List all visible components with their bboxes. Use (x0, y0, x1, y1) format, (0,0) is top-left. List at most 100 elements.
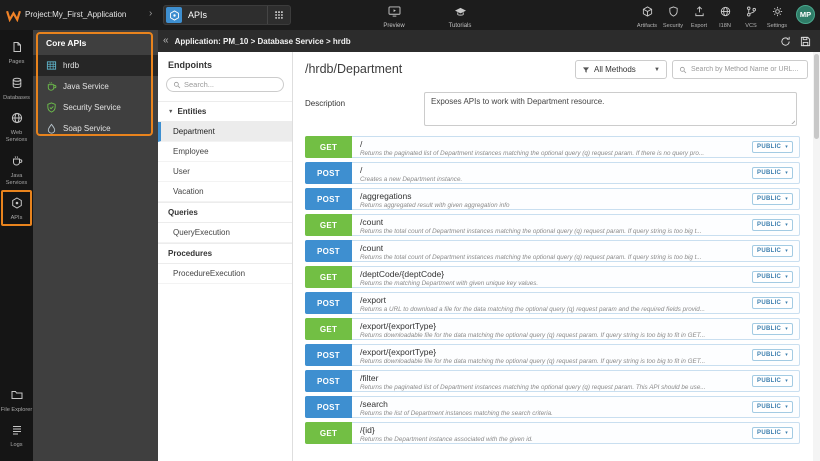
save-icon[interactable] (800, 36, 811, 47)
i18n-icon (720, 6, 731, 17)
access-dropdown[interactable]: PUBLIC ▾ (752, 245, 793, 257)
access-dropdown[interactable]: PUBLIC ▾ (752, 427, 793, 439)
api-path: /deptCode/{deptCode} (360, 269, 445, 279)
nav-file-explorer[interactable]: File Explorer (0, 382, 33, 418)
tree-item-employee[interactable]: Employee (158, 142, 292, 162)
tool-export[interactable]: Export (686, 4, 712, 29)
tool-artifacts[interactable]: Artifacts (634, 4, 660, 29)
collapse-panel-icon[interactable]: « (158, 35, 175, 47)
api-description: Returns the paginated list of Department… (360, 149, 705, 157)
endpoints-search[interactable] (166, 77, 284, 92)
api-row[interactable]: GET/export/{exportType} Returns downloada… (305, 318, 800, 340)
access-dropdown[interactable]: PUBLIC ▾ (752, 271, 793, 283)
scrollbar-thumb[interactable] (814, 54, 819, 139)
tool-security[interactable]: Security (660, 4, 686, 29)
method-badge: GET (305, 422, 352, 444)
access-dropdown[interactable]: PUBLIC ▾ (752, 167, 793, 179)
section-queries[interactable]: Queries (158, 202, 292, 223)
refresh-icon[interactable] (780, 36, 791, 47)
access-label: PUBLIC (757, 222, 782, 228)
preview-button[interactable]: Preview (372, 4, 416, 29)
core-api-hrdb[interactable]: hrdb (33, 55, 158, 76)
caret-down-icon: ▼ (168, 108, 174, 115)
breadcrumb-actions (780, 36, 820, 47)
tree-item-vacation[interactable]: Vacation (158, 182, 292, 202)
tool-vcs[interactable]: VCS (738, 4, 764, 29)
method-badge: GET (305, 318, 352, 340)
api-row[interactable]: GET / Returns the paginated list of Depart… (305, 136, 800, 158)
vertical-scrollbar[interactable] (813, 52, 820, 461)
nav-databases[interactable]: Databases (0, 70, 33, 106)
core-api-soap-service[interactable]: Soap Service (33, 118, 158, 139)
api-row[interactable]: POST/count Returns the total count of Dep… (305, 240, 800, 262)
endpoints-search-input[interactable] (184, 80, 269, 89)
core-api-label: hrdb (63, 61, 80, 70)
api-row[interactable]: POST/export Returns a URL to download a f… (305, 292, 800, 314)
access-dropdown[interactable]: PUBLIC ▾ (752, 141, 793, 153)
nav-label: Logs (10, 442, 23, 449)
access-dropdown[interactable]: PUBLIC ▾ (752, 297, 793, 309)
breadcrumb-bar: « Application: PM_10 > Database Service … (158, 30, 820, 52)
preview-label: Preview (383, 23, 405, 29)
preview-icon (388, 6, 401, 17)
method-badge: POST (305, 240, 352, 262)
tutorials-button[interactable]: Tutorials (438, 4, 482, 29)
api-row[interactable]: GET /{id} Returns the Department instance … (305, 422, 800, 444)
nav-label: Web Services (5, 130, 28, 144)
section-procedures[interactable]: Procedures (158, 243, 292, 264)
avatar[interactable]: MP (796, 5, 815, 24)
tool-settings[interactable]: Settings (764, 4, 790, 29)
api-description: Returns aggregated result with given agg… (360, 201, 510, 209)
access-dropdown[interactable]: PUBLIC ▾ (752, 375, 793, 387)
api-row[interactable]: POST/aggregations Returns aggregated resu… (305, 188, 800, 210)
core-api-security-service[interactable]: Security Service (33, 97, 158, 118)
section-label: Entities (177, 107, 207, 116)
access-dropdown[interactable]: PUBLIC ▾ (752, 323, 793, 335)
tool-i18n[interactable]: I18N (712, 4, 738, 29)
api-row[interactable]: GET/count Returns the total count of Depa… (305, 214, 800, 236)
core-apis-title: Core APIs (46, 38, 87, 48)
caret-down-icon: ▾ (785, 430, 788, 436)
table-icon (46, 60, 57, 71)
topbar-tools: Artifacts Security Export I18N VCS Settings (634, 4, 790, 29)
method-search[interactable] (672, 60, 808, 79)
core-api-java-service[interactable]: Java Service (33, 76, 158, 97)
description-textarea[interactable]: Exposes APIs to work with Department res… (424, 92, 797, 126)
api-row[interactable]: POST/search Returns the list of Departmen… (305, 396, 800, 418)
tree-item-queryexecution[interactable]: QueryExecution (158, 223, 292, 243)
access-label: PUBLIC (757, 430, 782, 436)
section-entities[interactable]: ▼ Entities (158, 101, 292, 122)
tool-label: Artifacts (636, 23, 658, 29)
description-field-wrap: Exposes APIs to work with Department res… (424, 92, 797, 126)
nav-java-services[interactable]: Java Services (0, 148, 33, 190)
access-dropdown[interactable]: PUBLIC ▾ (752, 193, 793, 205)
project-name[interactable]: Project:My_First_Application (25, 10, 126, 19)
grid-menu-icon[interactable] (267, 6, 290, 24)
chevron-right-icon[interactable]: › (149, 8, 152, 19)
nav-label: APIs (10, 215, 23, 222)
nav-web-services[interactable]: Web Services (0, 105, 33, 147)
access-dropdown[interactable]: PUBLIC ▾ (752, 349, 793, 361)
access-dropdown[interactable]: PUBLIC ▾ (752, 219, 793, 231)
method-search-input[interactable] (691, 66, 801, 73)
tree-item-procedureexecution[interactable]: ProcedureExecution (158, 264, 292, 284)
api-row[interactable]: GET/deptCode/{deptCode} Returns the match… (305, 266, 800, 288)
method-badge: GET (305, 266, 352, 288)
nav-logs[interactable]: Logs (0, 417, 33, 453)
core-api-label: Soap Service (63, 124, 111, 133)
nav-apis[interactable]: APIs (0, 190, 33, 226)
method-badge: POST (305, 396, 352, 418)
tree-item-department[interactable]: Department (158, 122, 292, 142)
access-label: PUBLIC (757, 300, 782, 306)
api-row[interactable]: POST/filter Returns the paginated list of… (305, 370, 800, 392)
methods-filter-dropdown[interactable]: All Methods ▼ (575, 60, 667, 79)
access-dropdown[interactable]: PUBLIC ▾ (752, 401, 793, 413)
nav-pages[interactable]: Pages (0, 34, 33, 70)
api-path: /count (360, 217, 384, 227)
workspace-selector[interactable]: APIs (163, 5, 291, 25)
tree-item-user[interactable]: User (158, 162, 292, 182)
api-row[interactable]: POST/export/{exportType} Returns download… (305, 344, 800, 366)
api-row[interactable]: POST / Creates a new Department instance. P… (305, 162, 800, 184)
endpoints-title: Endpoints (168, 60, 212, 70)
api-path: /export/{exportType} (360, 321, 437, 331)
